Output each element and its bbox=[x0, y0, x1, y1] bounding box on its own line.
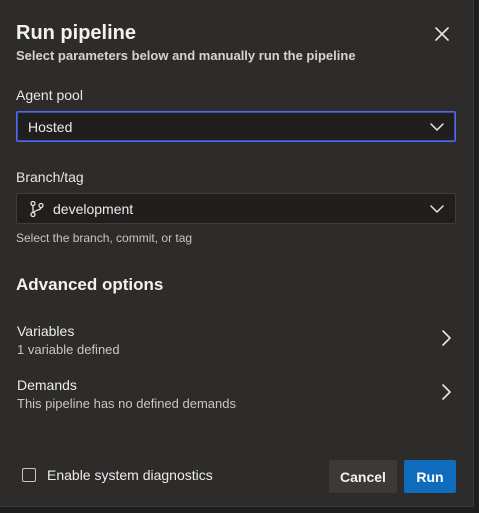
demands-option[interactable]: Demands This pipeline has no defined dem… bbox=[0, 374, 474, 418]
branch-icon bbox=[30, 200, 44, 217]
close-button[interactable] bbox=[428, 20, 456, 48]
cancel-button[interactable]: Cancel bbox=[329, 460, 397, 493]
agent-pool-select[interactable]: Hosted bbox=[16, 111, 456, 142]
agent-pool-label: Agent pool bbox=[16, 87, 83, 103]
branch-label: Branch/tag bbox=[16, 169, 84, 185]
system-diagnostics-label: Enable system diagnostics bbox=[47, 467, 213, 483]
advanced-options-title: Advanced options bbox=[16, 275, 164, 294]
system-diagnostics-checkbox[interactable] bbox=[22, 468, 36, 482]
demands-description: This pipeline has no defined demands bbox=[17, 396, 236, 411]
chevron-right-icon bbox=[442, 384, 451, 400]
variables-option[interactable]: Variables 1 variable defined bbox=[0, 320, 474, 364]
chevron-down-icon bbox=[430, 123, 444, 131]
branch-select[interactable]: development bbox=[16, 193, 456, 224]
chevron-right-icon bbox=[442, 330, 451, 346]
run-pipeline-dialog: Run pipeline Select parameters below and… bbox=[0, 0, 474, 507]
variables-title: Variables bbox=[17, 323, 75, 339]
agent-pool-value: Hosted bbox=[28, 118, 73, 135]
dialog-subtitle: Select parameters below and manually run… bbox=[16, 48, 356, 63]
dialog-title: Run pipeline bbox=[16, 22, 136, 44]
variables-description: 1 variable defined bbox=[17, 342, 120, 357]
branch-value: development bbox=[53, 200, 134, 217]
close-icon bbox=[435, 27, 449, 41]
system-diagnostics-toggle[interactable]: Enable system diagnostics bbox=[22, 466, 213, 484]
run-button[interactable]: Run bbox=[404, 460, 456, 493]
branch-helper-text: Select the branch, commit, or tag bbox=[16, 231, 193, 245]
chevron-down-icon bbox=[430, 205, 444, 213]
demands-title: Demands bbox=[17, 377, 77, 393]
